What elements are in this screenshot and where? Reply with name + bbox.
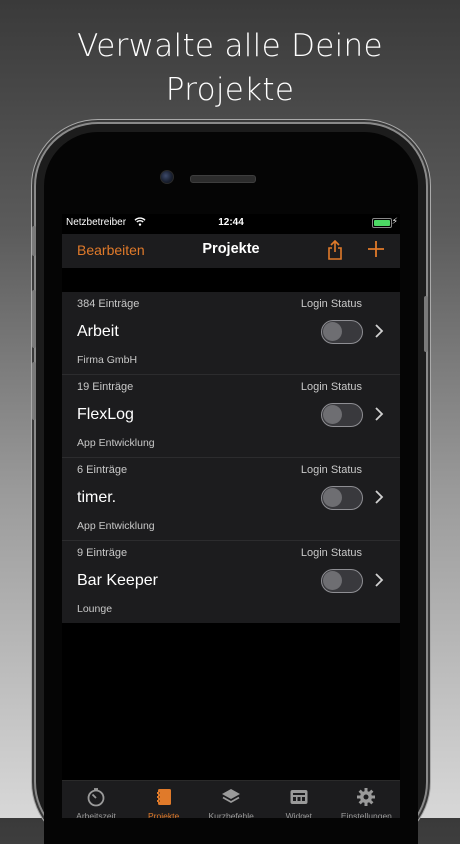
tab-label: Widget: [285, 811, 313, 818]
login-status-label: Login Status: [300, 464, 362, 476]
project-name: Bar Keeper: [77, 572, 158, 589]
tab-label: Projekte: [148, 811, 180, 818]
navigation-bar: Bearbeiten Projekte: [62, 234, 400, 268]
chevron-right-icon[interactable]: [374, 406, 384, 422]
project-row[interactable]: 9 Einträge Login Status Bar Keeper Loung…: [62, 541, 400, 623]
project-name: timer.: [77, 489, 117, 506]
project-row[interactable]: 384 Einträge Login Status Arbeit Firma G…: [62, 292, 400, 375]
project-name: FlexLog: [77, 406, 134, 423]
tab-label: Arbeitszeit: [76, 811, 116, 818]
app-screen: Netzbetreiber 12:44 ⚡ Bearbeiten Projekt…: [62, 214, 400, 818]
tab-widget[interactable]: Widget: [265, 781, 333, 818]
marketing-headline: Verwalte alle Deine Projekte: [0, 24, 460, 112]
status-time: 12:44: [218, 217, 244, 228]
login-toggle[interactable]: [321, 486, 363, 510]
project-name: Arbeit: [77, 323, 119, 340]
toggle-knob: [323, 405, 342, 424]
login-status-label: Login Status: [300, 547, 362, 559]
charging-icon: ⚡: [391, 216, 398, 226]
tab-label: Kurzbefehle: [208, 811, 254, 818]
camera-icon: [160, 170, 174, 184]
plus-icon[interactable]: [366, 239, 386, 259]
toggle-knob: [323, 322, 342, 341]
chevron-right-icon[interactable]: [374, 489, 384, 505]
toggle-knob: [323, 488, 342, 507]
volume-up-button: [32, 290, 36, 348]
tab-label: Einstellungen: [340, 811, 392, 818]
login-status-label: Login Status: [300, 298, 362, 310]
login-toggle[interactable]: [321, 569, 363, 593]
project-client: App Entwicklung: [77, 520, 155, 532]
tab-projekte[interactable]: Projekte: [130, 781, 198, 818]
toggle-knob: [323, 571, 342, 590]
page-title: Projekte: [202, 241, 260, 257]
chevron-right-icon[interactable]: [374, 572, 384, 588]
tab-einstellungen[interactable]: Einstellungen: [332, 781, 400, 818]
entry-count: 9 Einträge: [77, 547, 128, 559]
tab-kurzbefehle[interactable]: Kurzbefehle: [197, 781, 265, 818]
login-toggle[interactable]: [321, 403, 363, 427]
headline-line-2: Projekte: [165, 72, 295, 108]
project-client: App Entwicklung: [77, 437, 155, 449]
login-status-label: Login Status: [300, 381, 362, 393]
headline-line-1: Verwalte alle Deine: [77, 28, 383, 64]
project-client: Firma GmbH: [77, 354, 138, 366]
project-list: 384 Einträge Login Status Arbeit Firma G…: [62, 292, 400, 623]
tab-bar: Arbeitszeit Projekte Kurzbefehle Widget Eins…: [62, 780, 400, 818]
tab-arbeitszeit[interactable]: Arbeitszeit: [62, 781, 130, 818]
entry-count: 384 Einträge: [77, 298, 140, 310]
mute-switch: [32, 226, 36, 256]
status-bar: Netzbetreiber 12:44 ⚡: [62, 214, 400, 234]
entry-count: 6 Einträge: [77, 464, 128, 476]
battery-icon: [372, 218, 392, 228]
entry-count: 19 Einträge: [77, 381, 134, 393]
project-client: Lounge: [77, 603, 113, 615]
login-toggle[interactable]: [321, 320, 363, 344]
volume-down-button: [32, 362, 36, 420]
project-row[interactable]: 19 Einträge Login Status FlexLog App Ent…: [62, 375, 400, 458]
speaker-grille: [190, 175, 256, 183]
chevron-right-icon[interactable]: [374, 323, 384, 339]
share-icon[interactable]: [326, 240, 344, 260]
project-row[interactable]: 6 Einträge Login Status timer. App Entwi…: [62, 458, 400, 541]
power-button: [424, 296, 428, 352]
